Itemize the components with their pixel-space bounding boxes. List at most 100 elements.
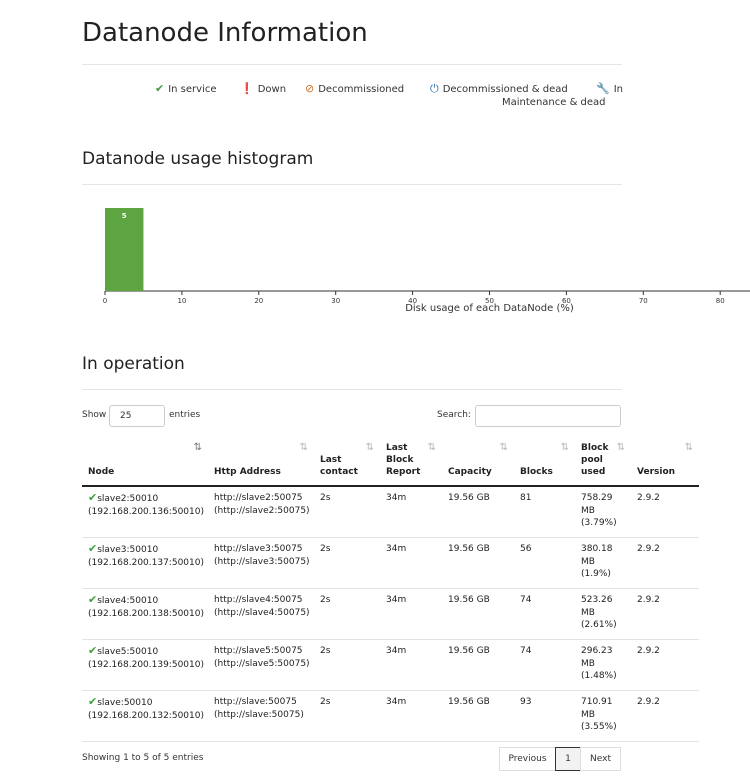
legend-label: In service — [168, 84, 217, 95]
column-header-blocks[interactable]: Blocks ⇅ — [514, 439, 575, 486]
node-ip: (192.168.200.139:50010) — [88, 659, 204, 670]
cell-http: http://slave:50075 (http://slave:50075) — [208, 690, 314, 742]
cell-last-contact: 2s — [314, 639, 380, 691]
search-input[interactable] — [475, 405, 621, 427]
table-row: ✔slave5:50010 (192.168.200.139:50010) http… — [82, 639, 699, 691]
table-row: ✔slave4:50010 (192.168.200.138:50010) http… — [82, 588, 699, 640]
cell-last-contact: 2s — [314, 537, 380, 589]
pool-unit: MB — [581, 556, 595, 567]
datanode-table: Node ⇅ Http Address ⇅ Last contact ⇅ Last B… — [82, 439, 699, 742]
cell-block-pool-used: 380.18 MB (1.9%) — [575, 537, 631, 589]
check-icon: ✔ — [88, 593, 98, 606]
column-header-last-block-report[interactable]: Last Block Report ⇅ — [380, 439, 442, 486]
legend-maintenance-line2: Maintenance & dead — [502, 97, 606, 108]
column-label: Block pool used — [581, 443, 609, 477]
x-tick-label: 70 — [639, 297, 648, 305]
bar-value-label: 5 — [122, 212, 127, 220]
cell-capacity: 19.56 GB — [442, 485, 514, 538]
node-ip: (192.168.200.136:50010) — [88, 506, 204, 517]
cell-block-pool-used: 710.91 MB (3.55%) — [575, 690, 631, 742]
column-header-http[interactable]: Http Address ⇅ — [208, 439, 314, 486]
ban-icon: ⊘ — [305, 82, 315, 95]
page-1-button[interactable]: 1 — [555, 747, 581, 771]
x-tick-label: 20 — [254, 297, 263, 305]
http-address: (http://slave5:50075) — [214, 658, 310, 669]
legend-label: Down — [257, 84, 287, 95]
cell-version: 2.9.2 — [631, 485, 699, 538]
cell-blocks: 93 — [514, 690, 575, 742]
cell-blocks: 56 — [514, 537, 575, 589]
cell-version: 2.9.2 — [631, 639, 699, 691]
check-icon: ✔ — [88, 491, 98, 504]
pool-value: 380.18 — [581, 544, 613, 554]
cell-last-block-report: 34m — [380, 639, 442, 691]
cell-capacity: 19.56 GB — [442, 588, 514, 640]
previous-button[interactable]: Previous — [499, 747, 556, 771]
node-ip: (192.168.200.132:50010) — [88, 710, 204, 721]
table-header-row: Node ⇅ Http Address ⇅ Last contact ⇅ Last B… — [82, 439, 699, 486]
entries-select[interactable] — [109, 405, 165, 427]
pool-percent: (1.9%) — [581, 569, 611, 579]
column-label: Http Address — [214, 467, 281, 477]
http-address: (http://slave2:50075) — [214, 505, 310, 516]
x-tick-label: 30 — [331, 297, 340, 305]
column-header-capacity[interactable]: Capacity ⇅ — [442, 439, 514, 486]
sort-icon: ⇅ — [499, 442, 508, 453]
pool-percent: (3.55%) — [581, 722, 617, 732]
http-link[interactable]: http://slave4:50075 — [214, 595, 303, 605]
cell-blocks: 74 — [514, 588, 575, 640]
column-header-node[interactable]: Node ⇅ — [82, 439, 208, 486]
http-address: (http://slave3:50075) — [214, 556, 310, 567]
usage-histogram: 50 10 20 30 40 50 60 70 80Disk usage of each Dat… — [103, 208, 750, 314]
column-label: Version — [637, 467, 676, 477]
legend-label: Decommissioned — [318, 84, 405, 95]
sort-icon: ⇅ — [560, 442, 569, 453]
cell-capacity: 19.56 GB — [442, 639, 514, 691]
column-header-version[interactable]: Version ⇅ — [631, 439, 699, 486]
cell-http: http://slave2:50075 (http://slave2:50075) — [208, 485, 314, 538]
x-tick-label: 0 — [103, 297, 107, 305]
http-link[interactable]: http://slave5:50075 — [214, 646, 303, 656]
cell-http: http://slave3:50075 (http://slave3:50075) — [208, 537, 314, 589]
histogram-heading: Datanode usage histogram — [82, 149, 314, 169]
cell-blocks: 81 — [514, 485, 575, 538]
cell-last-contact: 2s — [314, 588, 380, 640]
pool-value: 296.23 — [581, 646, 613, 656]
node-name: slave3:50010 — [97, 545, 159, 555]
node-name: slave5:50010 — [97, 647, 159, 657]
histogram-bar — [105, 208, 144, 291]
column-label: Node — [88, 467, 115, 477]
check-icon: ✔ — [155, 82, 165, 95]
next-button[interactable]: Next — [580, 747, 621, 771]
legend-label: Decommissioned & dead — [442, 84, 568, 95]
cell-http: http://slave4:50075 (http://slave4:50075) — [208, 588, 314, 640]
pool-percent: (2.61%) — [581, 620, 617, 630]
x-axis-label: Disk usage of each DataNode (%) — [405, 303, 574, 314]
cell-version: 2.9.2 — [631, 588, 699, 640]
table-row: ✔slave:50010 (192.168.200.132:50010) http:… — [82, 690, 699, 742]
column-label: Last Block Report — [386, 443, 421, 477]
cell-last-block-report: 34m — [380, 537, 442, 589]
legend-decommissioned-dead: ⏻ Decommissioned & dead — [430, 82, 568, 96]
cell-node: ✔slave:50010 (192.168.200.132:50010) — [82, 690, 208, 742]
http-link[interactable]: http://slave2:50075 — [214, 493, 303, 503]
cell-block-pool-used: 296.23 MB (1.48%) — [575, 639, 631, 691]
cell-last-contact: 2s — [314, 485, 380, 538]
http-link[interactable]: http://slave3:50075 — [214, 544, 303, 554]
cell-http: http://slave5:50075 (http://slave5:50075) — [208, 639, 314, 691]
sort-icon: ⇅ — [365, 442, 374, 453]
table-row: ✔slave2:50010 (192.168.200.136:50010) http… — [82, 485, 699, 538]
pool-value: 523.26 — [581, 595, 613, 605]
pool-value: 758.29 — [581, 493, 613, 503]
node-ip: (192.168.200.137:50010) — [88, 557, 204, 568]
column-header-last-contact[interactable]: Last contact ⇅ — [314, 439, 380, 486]
cell-node: ✔slave2:50010 (192.168.200.136:50010) — [82, 485, 208, 538]
node-name: slave4:50010 — [97, 596, 159, 606]
sort-icon: ⇅ — [299, 442, 308, 453]
node-ip: (192.168.200.138:50010) — [88, 608, 204, 619]
column-label: Capacity — [448, 467, 492, 477]
http-link[interactable]: http://slave:50075 — [214, 697, 297, 707]
column-header-block-pool-used[interactable]: Block pool used ⇅ — [575, 439, 631, 486]
operation-divider — [82, 389, 622, 390]
exclamation-circle-icon: ❗ — [240, 82, 254, 95]
